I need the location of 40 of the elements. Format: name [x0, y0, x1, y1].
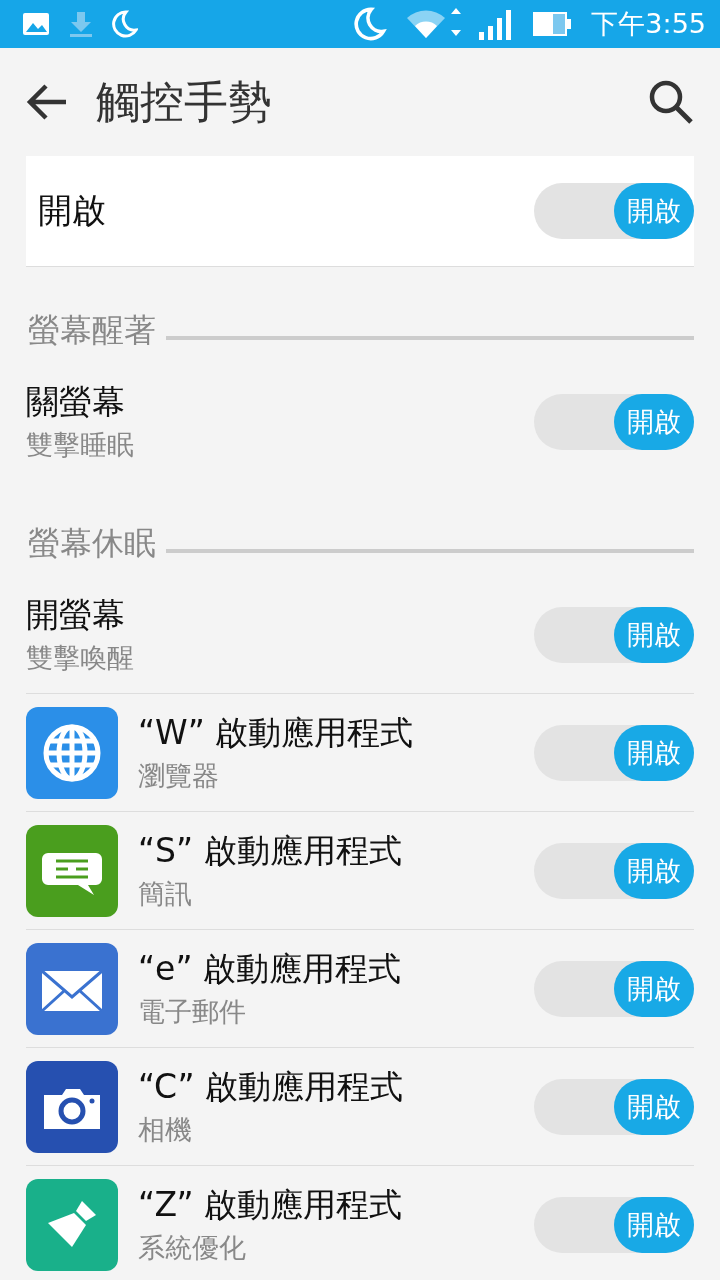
toggle-switch[interactable]: 開啟: [534, 842, 694, 899]
toggle-switch[interactable]: 開啟: [534, 1196, 694, 1253]
section-header: 螢幕休眠: [28, 523, 156, 564]
moon-icon: [353, 7, 388, 41]
setting-subtitle: 相機: [138, 1113, 193, 1147]
setting-subtitle: 瀏覽器: [138, 759, 220, 793]
toggle-switch[interactable]: 開啟: [534, 960, 694, 1017]
page-title: 觸控手勢: [96, 74, 273, 129]
master-switch-label: 開啟: [38, 189, 107, 232]
setting-subtitle: 雙擊睡眠: [26, 428, 135, 462]
toggle-switch[interactable]: 開啟: [534, 183, 694, 239]
toggle-switch[interactable]: 開啟: [534, 1078, 694, 1135]
globe-icon: [26, 706, 118, 799]
setting-subtitle: 電子郵件: [138, 995, 247, 1029]
envelope-icon: [26, 942, 118, 1035]
setting-title: “Z” 啟動應用程式: [138, 1184, 404, 1226]
search-icon[interactable]: [648, 79, 694, 125]
setting-title: 開螢幕: [26, 594, 126, 636]
setting-title: “W” 啟動應用程式: [138, 712, 415, 754]
wifi-icon: [405, 8, 462, 40]
download-icon: [68, 10, 94, 38]
camera-icon: [26, 1060, 118, 1153]
toggle-switch[interactable]: 開啟: [534, 393, 694, 450]
toggle-switch[interactable]: 開啟: [534, 606, 694, 663]
back-arrow-icon[interactable]: [26, 83, 68, 121]
setting-subtitle: 雙擊喚醒: [26, 641, 135, 675]
section-header: 螢幕醒著: [28, 310, 156, 351]
paintbrush-icon: [26, 1178, 118, 1271]
image-icon: [22, 12, 50, 36]
setting-title: “S” 啟動應用程式: [138, 830, 403, 872]
setting-title: “e” 啟動應用程式: [138, 948, 402, 990]
setting-title: 關螢幕: [26, 381, 126, 423]
moon-icon: [112, 10, 138, 38]
chat-bubble-icon: [26, 824, 118, 917]
clock-time: 下午3:55: [591, 7, 706, 41]
setting-subtitle: 簡訊: [138, 877, 193, 911]
toggle-switch[interactable]: 開啟: [534, 724, 694, 781]
setting-title: “C” 啟動應用程式: [138, 1066, 405, 1108]
setting-subtitle: 系統優化: [138, 1231, 247, 1265]
battery-icon: [533, 10, 574, 38]
